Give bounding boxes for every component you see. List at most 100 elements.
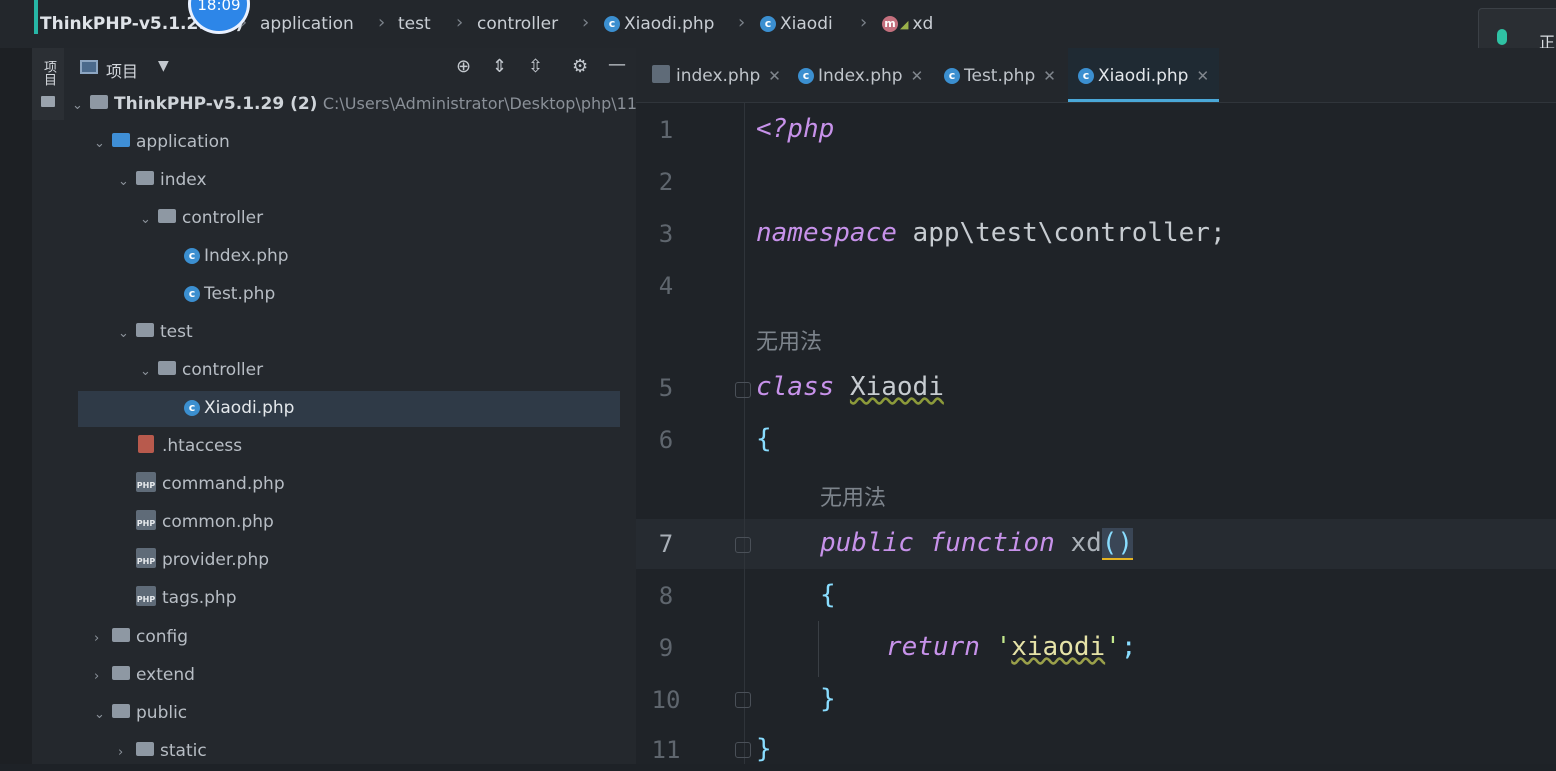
tree-item-index[interactable]: ⌄ index — [118, 162, 207, 198]
tree-item-test[interactable]: ⌄ test — [118, 314, 193, 350]
htaccess-file-icon — [138, 435, 154, 453]
microphone-icon[interactable] — [1497, 29, 1507, 45]
fold-marker-icon[interactable] — [735, 382, 751, 398]
tree-item-application[interactable]: ⌄ application — [94, 124, 230, 160]
chevron-down-icon[interactable]: ⌄ — [140, 202, 158, 238]
close-icon[interactable]: ✕ — [911, 67, 924, 85]
chevron-down-icon[interactable]: ⌄ — [94, 126, 112, 162]
folder-icon — [158, 361, 176, 375]
tree-item-label: command.php — [162, 474, 285, 494]
class-icon: c — [798, 68, 814, 84]
tree-item-label: public — [136, 703, 188, 723]
tree-item-label: tags.php — [162, 588, 237, 608]
chevron-right-icon[interactable]: › — [118, 735, 136, 771]
tree-item-controller[interactable]: ⌄ controller — [140, 200, 263, 236]
line-number: 3 — [658, 220, 674, 248]
tree-item-label: application — [136, 132, 230, 152]
usage-hint[interactable]: 无用法 — [820, 480, 886, 512]
project-tool-label: 项目 — [41, 60, 56, 86]
code-open-brace: { — [756, 424, 772, 454]
breadcrumb-file-label: Xiaodi.php — [624, 14, 715, 34]
tree-item-public[interactable]: ⌄ public — [94, 695, 187, 731]
gutter-divider — [744, 103, 745, 764]
close-icon[interactable]: ✕ — [1196, 67, 1209, 85]
breadcrumb-method-label: xd — [912, 14, 934, 34]
class-icon: c — [604, 16, 620, 32]
line-number: 7 — [658, 530, 674, 558]
tree-item-command-php[interactable]: PHP command.php — [136, 466, 285, 502]
tree-item-test-php[interactable]: c Test.php — [184, 276, 275, 312]
tab-test-php[interactable]: c Test.php ✕ — [934, 48, 1066, 102]
line-number: 11 — [651, 736, 681, 764]
lock-icon: ◢ — [900, 17, 909, 31]
php-file-icon: PHP — [136, 548, 156, 568]
tree-item-label: static — [160, 741, 207, 761]
breadcrumb-class[interactable]: c Xiaodi — [760, 14, 833, 34]
project-panel-title[interactable]: 项目 — [106, 58, 138, 82]
chevron-down-icon[interactable]: ⌄ — [94, 697, 112, 733]
tree-item-label: provider.php — [162, 550, 270, 570]
code-close-brace: } — [820, 684, 836, 714]
tree-item-label: extend — [136, 665, 195, 685]
code-php-open-tag: <?php — [756, 114, 835, 144]
tree-item-label: controller — [182, 208, 264, 228]
line-number: 1 — [658, 116, 674, 144]
navigation-bar: ThinkPHP-v5.1.29 (2) › application › tes… — [0, 0, 1556, 48]
tree-item-xiaodi-php[interactable]: c Xiaodi.php — [184, 390, 294, 426]
namespace-path: app\test\controller; — [896, 218, 1226, 248]
chevron-down-icon[interactable]: ⌄ — [140, 354, 158, 390]
project-tool-button[interactable]: 项目 — [32, 48, 64, 120]
folder-icon — [112, 704, 130, 718]
class-name: Xiaodi — [849, 372, 944, 402]
tab-label: Index.php — [818, 66, 903, 86]
tree-item-label: .htaccess — [162, 436, 243, 456]
fold-marker-icon[interactable] — [735, 537, 751, 553]
usage-hint[interactable]: 无用法 — [756, 324, 822, 356]
expand-all-icon[interactable]: ⇕ — [492, 56, 507, 77]
timer-text: 18:09 — [197, 0, 241, 14]
tree-item-tags-php[interactable]: PHP tags.php — [136, 580, 237, 616]
gear-icon[interactable]: ⚙ — [572, 56, 588, 77]
folder-icon — [112, 666, 130, 680]
editor-tab-bar: index.php ✕ c Index.php ✕ c Test.php ✕ c Xiaod… — [636, 48, 1556, 103]
chevron-down-icon[interactable]: ⌄ — [118, 164, 136, 200]
code-function-line: public function xd() — [820, 528, 1134, 560]
code-editor[interactable] — [636, 103, 1556, 764]
breadcrumb-method[interactable]: m ◢ xd — [882, 14, 933, 34]
code-class-line: class Xiaodi — [756, 372, 944, 402]
chevron-down-icon[interactable]: ⌄ — [72, 88, 90, 124]
breadcrumb-application[interactable]: application — [260, 14, 354, 34]
tree-item-controller[interactable]: ⌄ controller — [140, 352, 263, 388]
locate-icon[interactable]: ⊕ — [456, 56, 471, 77]
tree-item-index-php[interactable]: c Index.php — [184, 238, 289, 274]
dropdown-arrow-icon[interactable]: ▼ — [158, 58, 169, 74]
tree-item-htaccess[interactable]: .htaccess — [138, 428, 242, 464]
close-icon[interactable]: ✕ — [768, 67, 781, 85]
tab-index-php[interactable]: c Index.php ✕ — [788, 48, 933, 102]
tab-xiaodi-php[interactable]: c Xiaodi.php ✕ — [1068, 48, 1220, 102]
chevron-right-icon: › — [582, 12, 590, 33]
breadcrumb-file[interactable]: c Xiaodi.php — [604, 14, 714, 34]
line-number: 10 — [651, 686, 681, 714]
keyword-return: return — [886, 632, 980, 662]
breadcrumb-controller[interactable]: controller — [477, 14, 558, 34]
chevron-right-icon[interactable]: › — [94, 659, 112, 695]
chevron-right-icon[interactable]: › — [94, 621, 112, 657]
tree-root-label: ThinkPHP-v5.1.29 (2) — [114, 94, 318, 114]
line-number: 2 — [658, 168, 674, 196]
keyword-class: class — [756, 372, 835, 402]
collapse-all-icon[interactable]: ⇳ — [528, 56, 543, 77]
close-icon[interactable]: ✕ — [1043, 67, 1056, 85]
tree-root[interactable]: ⌄ ThinkPHP-v5.1.29 (2) C:\Users\Administr… — [72, 86, 662, 122]
tree-item-common-php[interactable]: PHP common.php — [136, 504, 274, 540]
breadcrumb-test[interactable]: test — [398, 14, 431, 34]
tab-index-php-lower[interactable]: index.php ✕ — [642, 48, 791, 102]
folder-icon — [136, 171, 154, 185]
chevron-down-icon[interactable]: ⌄ — [118, 316, 136, 352]
fold-marker-icon[interactable] — [735, 742, 751, 758]
tree-item-provider-php[interactable]: PHP provider.php — [136, 542, 269, 578]
tree-item-config[interactable]: › config — [94, 619, 188, 655]
minimize-icon[interactable]: — — [608, 54, 626, 75]
tree-item-extend[interactable]: › extend — [94, 657, 195, 693]
fold-marker-icon[interactable] — [735, 692, 751, 708]
